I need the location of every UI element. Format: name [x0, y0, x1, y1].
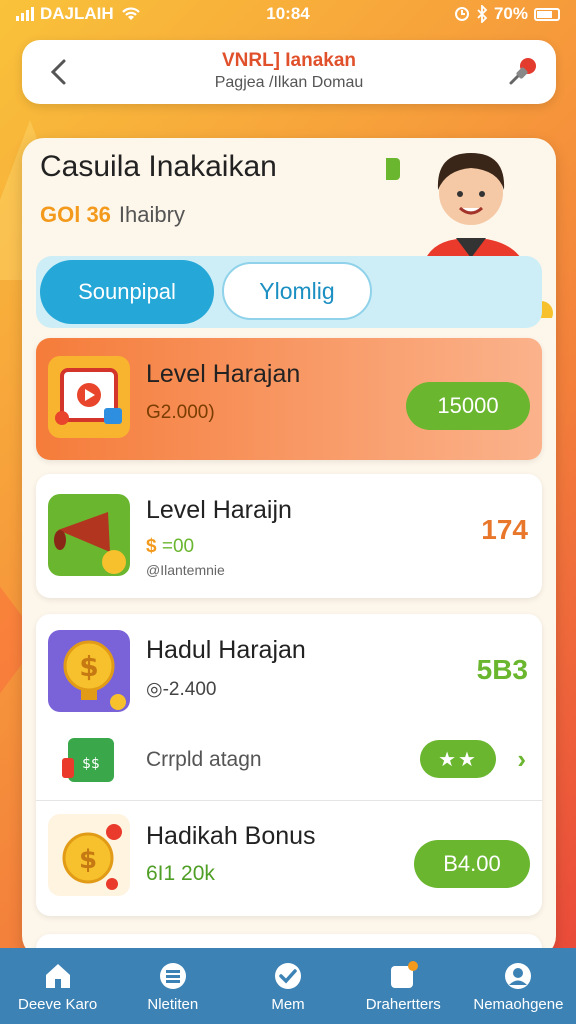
stats-label: Ihaibry — [118, 202, 185, 227]
tab-bar: Sounpipal Ylomlig — [36, 256, 542, 328]
edit-button[interactable] — [502, 52, 542, 92]
nav-item-profile[interactable]: Nemaohgene — [461, 948, 576, 1024]
item-subtitle: $ =00 — [146, 536, 195, 557]
nav-item-list[interactable]: Nletiten — [115, 948, 230, 1024]
nav-item-home[interactable]: Deeve Karo — [0, 948, 115, 1024]
svg-text:$: $ — [79, 845, 97, 875]
bottom-nav: Deeve Karo Nletiten Mem Drahertters Nema… — [0, 948, 576, 1024]
item-caption: @Ilantemnie — [146, 562, 225, 578]
svg-text:$: $ — [79, 650, 98, 683]
main-panel: Casuila Inakaikan GOl 36 Ihaibry Sounpip… — [22, 138, 556, 958]
gift-bag-icon: $$ — [62, 738, 114, 782]
item-title: Crrpld atagn — [146, 748, 262, 771]
item-title: Hadikah Bonus — [146, 822, 316, 850]
horn-icon — [48, 494, 130, 576]
item-title: Level Harajan — [146, 360, 301, 388]
battery-icon — [534, 7, 560, 21]
pin-icon — [509, 58, 536, 85]
nav-item-check[interactable]: Mem — [230, 948, 345, 1024]
status-bar: DAJLAIH 10:84 70% — [0, 0, 576, 28]
header-subtitle: Pagjea /Ilkan Domau — [214, 74, 364, 91]
clock: 10:84 — [266, 4, 310, 23]
nav-label: Mem — [271, 995, 305, 1013]
stats-row: GOl 36 Ihaibry — [40, 202, 185, 228]
nav-label: Nletiten — [147, 995, 199, 1013]
item-title: Hadul Harajan — [146, 636, 306, 664]
notification-icon — [391, 960, 419, 988]
item-value: 174 — [481, 514, 528, 545]
profile-icon — [505, 962, 532, 989]
dollar-coin-icon: $ — [48, 630, 130, 712]
coin-icon: ◎ — [146, 679, 163, 700]
nav-label: Nemaohgene — [473, 995, 564, 1013]
claim-button[interactable]: 15000 — [406, 382, 530, 430]
svg-text:$$: $$ — [82, 756, 100, 772]
tab-ylomlig[interactable]: Ylomlig — [222, 262, 372, 320]
list-item[interactable]: Level Harajan G2.000) 15000 — [36, 338, 542, 460]
chevron-right-icon[interactable]: › — [517, 744, 526, 775]
list-item[interactable]: Level Haraijn $ =00 @Ilantemnie 174 — [36, 474, 542, 598]
nav-item-notifications[interactable]: Drahertters — [346, 948, 461, 1024]
bonus-coins-icon: $ — [48, 814, 130, 896]
stats-count: GOl 36 — [40, 202, 111, 227]
item-subtitle: 6I1 20k — [146, 862, 215, 885]
item-subtitle: G2.000) — [146, 402, 215, 423]
divider — [36, 800, 542, 801]
list-icon — [159, 962, 186, 989]
list-group: $ Hadul Harajan ◎-2.400 5B3 $$ Crrpld at… — [36, 614, 542, 916]
bonus-button[interactable]: B4.00 — [414, 840, 530, 888]
item-subtitle: ◎-2.400 — [146, 679, 217, 700]
item-title: Level Haraijn — [146, 496, 292, 524]
nav-label: Drahertters — [365, 995, 441, 1013]
header-title: VNRL] Ianakan — [221, 50, 357, 71]
header-card: VNRL] Ianakan Pagjea /Ilkan Domau — [22, 40, 556, 104]
game-thumbnail-icon — [48, 356, 130, 438]
page-title: Casuila Inakaikan — [40, 150, 277, 183]
tab-sounpipal[interactable]: Sounpipal — [40, 260, 214, 324]
check-icon — [275, 962, 301, 989]
nav-label: Deeve Karo — [17, 995, 98, 1013]
item-value: 5B3 — [476, 654, 528, 685]
rating-stars: ★★ — [420, 740, 496, 778]
coin-icon: $ — [146, 536, 162, 557]
home-icon — [45, 963, 70, 988]
